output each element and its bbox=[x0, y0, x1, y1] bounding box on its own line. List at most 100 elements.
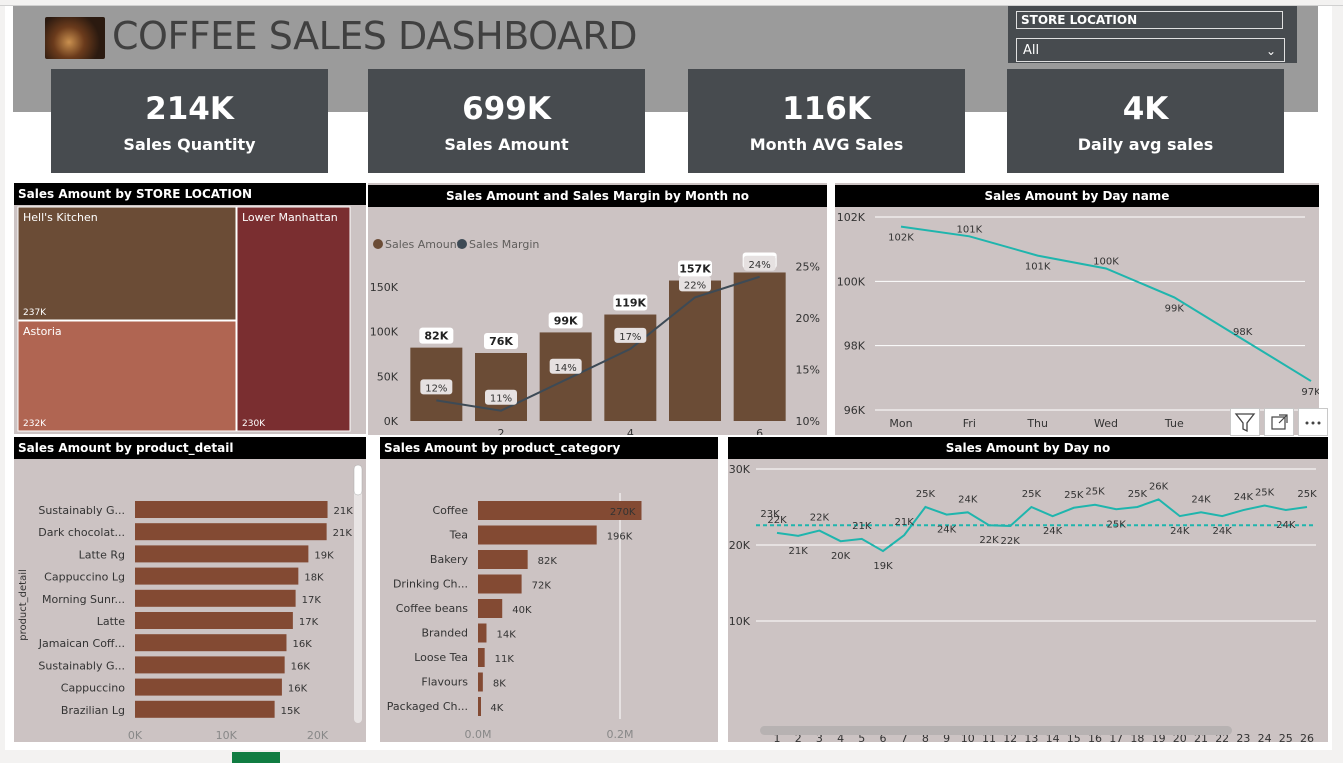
product-category-panel: Sales Amount by product_category Coffee 2… bbox=[380, 437, 718, 758]
y-tick-label: 30K bbox=[729, 463, 751, 476]
bar bbox=[478, 623, 487, 643]
x-tick-label: 0K bbox=[128, 729, 143, 742]
data-label: 24K bbox=[1276, 520, 1296, 531]
data-label: 98K bbox=[1233, 327, 1253, 338]
filter-button[interactable] bbox=[1230, 408, 1260, 436]
x-tick-label: 10K bbox=[216, 729, 238, 742]
data-label: 17K bbox=[299, 617, 319, 628]
x-tick-label: 2 bbox=[498, 427, 505, 435]
bar bbox=[135, 700, 275, 718]
treemap-tile-label: Hell's Kitchen bbox=[23, 211, 98, 224]
category-label: Sustainably G... bbox=[38, 659, 125, 672]
line-data-label: 22% bbox=[684, 280, 706, 291]
product-category-bar-chart: Coffee 270K Tea 196K Bakery 82K Drinking Ch...… bbox=[387, 493, 642, 758]
y-tick-label: 98K bbox=[844, 340, 866, 353]
data-label: 21K bbox=[789, 546, 809, 557]
x-tick-label: 26 bbox=[1300, 732, 1314, 742]
scrollbar-thumb bbox=[353, 464, 363, 496]
bar bbox=[539, 332, 592, 421]
bar bbox=[733, 272, 786, 421]
data-label: 15K bbox=[281, 706, 301, 717]
data-label: 24K bbox=[937, 525, 957, 536]
data-label: 22K bbox=[767, 515, 787, 526]
kpi-card-daily-avg-sales: 4K Daily avg sales bbox=[1007, 69, 1284, 173]
bar bbox=[135, 589, 296, 607]
data-label: 19K bbox=[873, 561, 893, 572]
data-label: 24K bbox=[1170, 526, 1190, 537]
legend-label: Sales Amount bbox=[385, 238, 462, 251]
product-detail-panel: Sales Amount by product_detail Sustainab… bbox=[14, 437, 366, 759]
chart-title: Sales Amount by product_detail bbox=[14, 437, 366, 459]
bar-data-label: 99K bbox=[554, 314, 578, 327]
category-label: Latte Rg bbox=[79, 548, 125, 561]
treemap-tile-label: Astoria bbox=[23, 325, 62, 338]
slicer-title: STORE LOCATION bbox=[1016, 11, 1283, 29]
bar bbox=[135, 678, 282, 696]
bar bbox=[478, 697, 481, 716]
data-label: 26K bbox=[1149, 481, 1169, 492]
category-label: Tea bbox=[449, 529, 468, 542]
data-label: 72K bbox=[532, 581, 552, 592]
sales-line bbox=[900, 225, 1312, 382]
treemap-chart: Hell's Kitchen 237K Astoria 232K Lower Manha… bbox=[17, 206, 351, 432]
data-label: 16K bbox=[288, 684, 308, 695]
slicer-dropdown[interactable]: All ⌄ bbox=[1016, 38, 1285, 62]
data-label: 270K bbox=[610, 507, 636, 518]
category-label: Cappuccino bbox=[61, 682, 125, 695]
data-label: 102K bbox=[888, 233, 914, 244]
more-options-button[interactable] bbox=[1298, 408, 1328, 436]
kpi-card-sales-amount: 699K Sales Amount bbox=[368, 69, 645, 173]
bar bbox=[478, 525, 597, 545]
data-label: 25K bbox=[1085, 487, 1105, 498]
legend-label: Sales Margin bbox=[469, 238, 539, 251]
y2-tick-label: 20% bbox=[796, 312, 820, 325]
data-label: 4K bbox=[490, 703, 503, 714]
data-label: 21K bbox=[334, 506, 354, 517]
kpi-value: 699K bbox=[462, 91, 551, 127]
category-label: Morning Sunr... bbox=[42, 593, 125, 606]
data-label: 25K bbox=[1022, 489, 1042, 500]
bar-data-label: 82K bbox=[424, 330, 448, 343]
data-label: 25K bbox=[1128, 489, 1148, 500]
chart-title: Sales Amount by Day no bbox=[728, 437, 1328, 459]
focus-mode-button[interactable] bbox=[1264, 408, 1294, 436]
data-label: 21K bbox=[852, 521, 872, 532]
page-title: COFFEE SALES DASHBOARD bbox=[112, 14, 638, 58]
treemap-tile-label: Lower Manhattan bbox=[242, 211, 338, 224]
data-label: 21K bbox=[333, 528, 353, 539]
month-chart-panel: Sales Amount and Sales Margin by Month n… bbox=[368, 183, 827, 453]
data-label: 16K bbox=[291, 661, 311, 672]
x-tick-label: Mon bbox=[889, 417, 912, 430]
category-label: Cappuccino Lg bbox=[44, 571, 125, 584]
page-tab[interactable] bbox=[232, 752, 280, 763]
data-label: 25K bbox=[916, 489, 936, 500]
kpi-label: Sales Quantity bbox=[123, 135, 256, 154]
kpi-label: Daily avg sales bbox=[1077, 135, 1214, 154]
x-tick-label: 24 bbox=[1258, 732, 1272, 742]
kpi-label: Sales Amount bbox=[444, 135, 569, 154]
line-data-label: 24% bbox=[749, 260, 771, 271]
treemap-tile bbox=[236, 206, 351, 432]
bar bbox=[135, 656, 285, 674]
data-label: 24K bbox=[958, 494, 978, 505]
category-label: Bakery bbox=[430, 553, 469, 566]
y2-tick-label: 25% bbox=[796, 260, 820, 273]
horizontal-scrollbar[interactable] bbox=[760, 726, 1232, 735]
kpi-card-sales-quantity: 214K Sales Quantity bbox=[51, 69, 328, 173]
chart-title: Sales Amount by Day name bbox=[835, 185, 1319, 207]
dayno-chart-panel: Sales Amount by Day no 10K 20K 30K 23K 22K 21… bbox=[728, 437, 1328, 745]
kpi-label: Month AVG Sales bbox=[749, 135, 904, 154]
bar-data-label: 119K bbox=[615, 297, 647, 310]
bar-data-label: 76K bbox=[489, 335, 513, 348]
footer-bar bbox=[0, 750, 1343, 763]
data-label: 22K bbox=[810, 513, 830, 524]
line-data-label: 12% bbox=[425, 383, 447, 394]
treemap-tile-value: 230K bbox=[242, 419, 266, 429]
legend-marker bbox=[373, 239, 383, 249]
chart-title: Sales Amount by STORE LOCATION bbox=[14, 183, 366, 205]
y-tick-label: 102K bbox=[837, 211, 866, 224]
data-label: 25K bbox=[1064, 490, 1084, 501]
category-label: Brazilian Lg bbox=[61, 704, 125, 717]
category-label: Latte bbox=[97, 615, 125, 628]
data-label: 99K bbox=[1165, 303, 1185, 314]
